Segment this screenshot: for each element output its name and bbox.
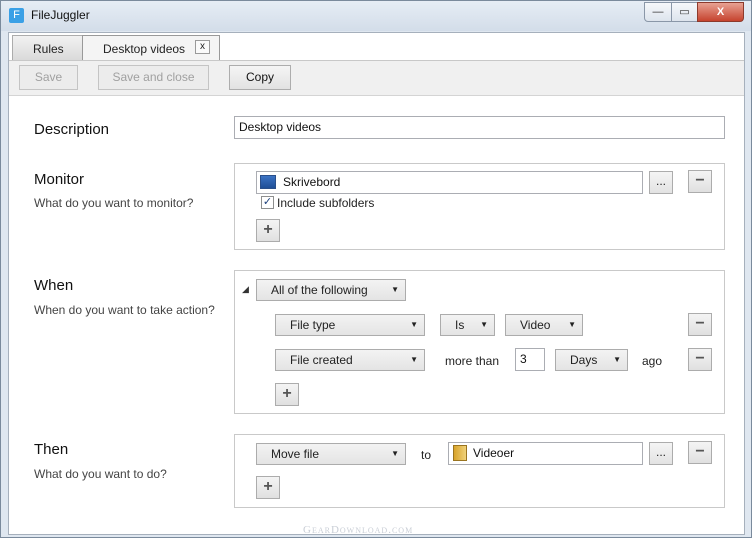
monitor-browse-button[interactable]: ... (649, 171, 673, 194)
save-button[interactable]: Save (19, 65, 78, 90)
desktop-folder-icon (260, 175, 276, 189)
save-and-close-button[interactable]: Save and close (98, 65, 209, 90)
window-title: FileJuggler (31, 8, 90, 22)
destination-folder-name: Videoer (473, 446, 515, 460)
chevron-down-icon: ▼ (391, 449, 399, 458)
client-area: Rules Desktop videos x Save Save and clo… (8, 32, 745, 535)
monitor-subtitle: What do you want to monitor? (34, 196, 194, 210)
description-label: Description (34, 121, 110, 138)
condition-2-unit-select[interactable]: Days ▼ (555, 349, 628, 371)
minimize-button[interactable]: — (644, 2, 672, 22)
chevron-down-icon: ▼ (613, 355, 621, 364)
monitor-title: Monitor (34, 171, 85, 188)
collapse-triangle-icon[interactable]: ◢ (242, 284, 249, 295)
minus-icon: − (695, 443, 705, 460)
action-value: Move file (271, 447, 320, 461)
tab-desktop-videos[interactable]: Desktop videos x (82, 35, 220, 60)
title-bar[interactable]: F FileJuggler — ▭ X (1, 1, 751, 31)
include-subfolders-label: Include subfolders (277, 196, 375, 210)
minus-icon: − (695, 172, 705, 189)
destination-folder-field[interactable]: Videoer (448, 442, 643, 465)
then-subtitle: What do you want to do? (34, 467, 167, 481)
monitor-panel: Skrivebord ... − ✓ Include subfolders + (234, 163, 725, 250)
condition-2-amount-input[interactable]: 3 (515, 348, 545, 371)
description-input[interactable]: Desktop videos (234, 116, 725, 139)
action-select[interactable]: Move file ▼ (256, 443, 406, 465)
then-panel: Move file ▼ to Videoer ... − + (234, 434, 725, 508)
condition-2-remove-button[interactable]: − (688, 348, 712, 371)
condition-2-suffix-label: ago (642, 354, 663, 368)
app-icon: F (9, 8, 24, 23)
chevron-down-icon: ▼ (391, 285, 399, 294)
condition-1-value-value: Video (520, 318, 551, 332)
when-title: When (34, 277, 74, 294)
condition-2-field-select[interactable]: File created ▼ (275, 349, 425, 371)
when-panel: ◢ All of the following ▼ File type ▼ Is … (234, 270, 725, 414)
tab-close-button[interactable]: x (195, 40, 210, 54)
copy-button[interactable]: Copy (229, 65, 291, 90)
destination-browse-button[interactable]: ... (649, 442, 673, 465)
plus-icon: + (263, 221, 273, 238)
monitor-add-button[interactable]: + (256, 219, 280, 242)
condition-1-field-select[interactable]: File type ▼ (275, 314, 425, 336)
app-window: F FileJuggler — ▭ X Rules Desktop videos… (0, 0, 752, 538)
when-subtitle: When do you want to take action? (34, 303, 215, 317)
tab-desktop-videos-label: Desktop videos (103, 42, 186, 56)
tab-strip: Rules Desktop videos x (9, 33, 744, 60)
condition-1-operator-value: Is (455, 318, 465, 332)
action-remove-button[interactable]: − (688, 441, 712, 464)
monitor-remove-button[interactable]: − (688, 170, 712, 193)
minus-icon: − (695, 315, 705, 332)
monitor-folder-field[interactable]: Skrivebord (256, 171, 643, 194)
maximize-button[interactable]: ▭ (671, 2, 698, 22)
condition-1-remove-button[interactable]: − (688, 313, 712, 336)
action-add-button[interactable]: + (256, 476, 280, 499)
condition-1-value-select[interactable]: Video ▼ (505, 314, 583, 336)
condition-1-field-value: File type (290, 318, 336, 332)
condition-1-operator-select[interactable]: Is ▼ (440, 314, 495, 336)
close-window-button[interactable]: X (697, 2, 744, 22)
tab-rules-label: Rules (33, 42, 64, 56)
then-title: Then (34, 441, 69, 458)
toolbar: Save Save and close Copy (9, 60, 744, 96)
condition-2-field-value: File created (290, 353, 353, 367)
chevron-down-icon: ▼ (410, 355, 418, 364)
minus-icon: − (695, 350, 705, 367)
group-mode-value: All of the following (271, 283, 368, 297)
group-mode-select[interactable]: All of the following ▼ (256, 279, 406, 301)
condition-2-unit-value: Days (570, 353, 598, 367)
to-label: to (421, 448, 432, 462)
chevron-down-icon: ▼ (410, 320, 418, 329)
plus-icon: + (263, 478, 273, 495)
tab-rules[interactable]: Rules (12, 35, 83, 60)
chevron-down-icon: ▼ (480, 320, 488, 329)
video-folder-icon (453, 445, 467, 461)
watermark: GearDownload.com (303, 524, 414, 536)
plus-icon: + (282, 385, 292, 402)
monitor-folder-name: Skrivebord (283, 175, 341, 189)
chevron-down-icon: ▼ (568, 320, 576, 329)
include-subfolders-checkbox[interactable]: ✓ (261, 196, 274, 209)
condition-2-operator-label: more than (445, 354, 500, 368)
rule-editor: Description Desktop videos Monitor What … (9, 97, 744, 534)
condition-add-button[interactable]: + (275, 383, 299, 406)
